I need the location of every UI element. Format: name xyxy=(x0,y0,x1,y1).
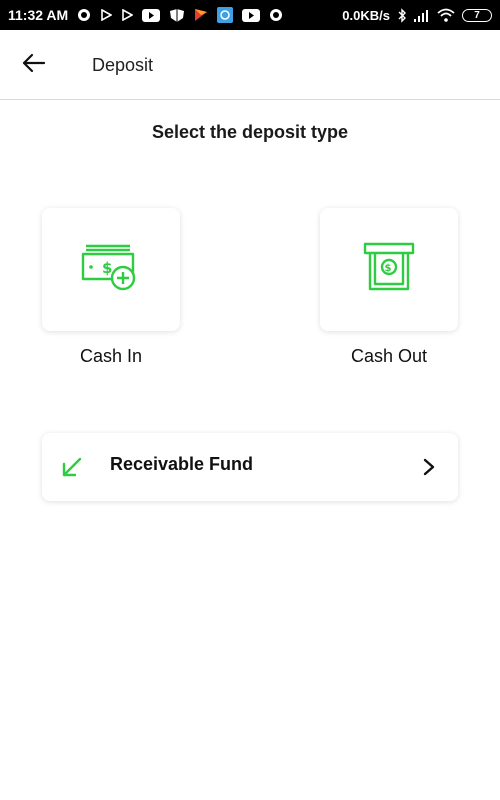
record-icon xyxy=(269,8,283,22)
status-time: 11:32 AM xyxy=(8,7,69,23)
chevron-right-icon xyxy=(422,458,436,476)
cash-in-button[interactable]: $ xyxy=(42,208,180,331)
atm-cash-icon: $ xyxy=(362,241,416,298)
receivable-fund-button[interactable]: Receivable Fund xyxy=(42,433,458,501)
arrow-left-icon xyxy=(22,53,46,78)
page-title: Deposit xyxy=(92,55,154,75)
cash-plus-icon: $ xyxy=(80,241,142,298)
cash-out-button[interactable]: $ xyxy=(320,208,458,331)
app-square-icon xyxy=(217,7,234,23)
record-icon xyxy=(77,8,91,22)
status-bar: 11:32 AM 0.0KB/s 7 xyxy=(0,0,500,30)
cash-in-label: Cash In xyxy=(79,346,143,366)
back-button[interactable] xyxy=(14,47,54,83)
battery-icon: 7 xyxy=(462,8,492,22)
svg-text:$: $ xyxy=(385,263,392,274)
youtube-icon xyxy=(242,8,261,22)
signal-icon xyxy=(414,9,430,22)
youtube-icon xyxy=(142,8,161,22)
wifi-icon xyxy=(437,8,455,22)
cash-out-label: Cash Out xyxy=(350,346,428,366)
shield-app-icon xyxy=(169,8,185,23)
deposit-type-heading: Select the deposit type xyxy=(151,122,349,142)
arrow-down-left-icon xyxy=(60,455,84,479)
receivable-fund-label: Receivable Fund xyxy=(110,454,254,474)
network-speed: 0.0KB/s xyxy=(342,7,390,23)
play-icon xyxy=(121,9,134,21)
app-bar: Deposit xyxy=(0,30,500,100)
play-icon xyxy=(100,9,113,21)
svg-text:$: $ xyxy=(102,259,112,277)
bluetooth-icon xyxy=(397,7,407,23)
app-triangle-icon xyxy=(194,8,208,22)
